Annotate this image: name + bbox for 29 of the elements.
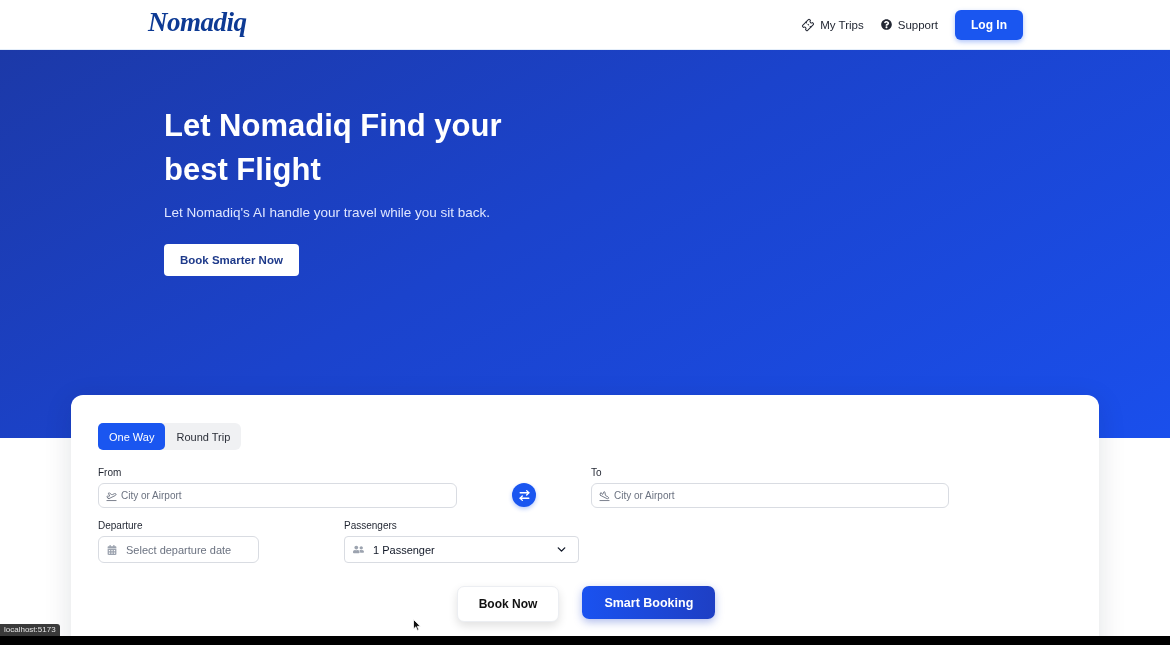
field-label: Departure: [98, 520, 144, 532]
swap-arrows-icon: [517, 488, 531, 502]
trip-type-tab[interactable]: Round Trip: [165, 423, 242, 450]
from-input[interactable]: City or Airport: [98, 483, 457, 508]
plane-takeoff-icon: [106, 490, 117, 501]
nav-link[interactable]: Support: [880, 18, 938, 31]
book-now-button[interactable]: Book Now: [456, 586, 560, 622]
logo[interactable]: Nomadiq: [148, 9, 247, 40]
status-tooltip: localhost:5173: [0, 624, 60, 636]
departure-date-input[interactable]: Select departure date: [98, 536, 259, 563]
smart-booking-button[interactable]: Smart Booking: [582, 586, 716, 619]
plane-landing-icon: [599, 490, 610, 501]
field-label: To: [591, 467, 603, 479]
ticket-icon: [799, 16, 817, 33]
cursor-icon: [413, 619, 421, 631]
nav-link[interactable]: My Trips: [802, 18, 864, 31]
book-smarter-button[interactable]: Book Smarter Now: [164, 244, 299, 276]
help-icon: [880, 19, 892, 30]
swap-button[interactable]: [512, 483, 536, 507]
to-input[interactable]: City or Airport: [591, 483, 949, 508]
calendar-icon: [107, 544, 117, 555]
hero-subtitle: Let Nomadiq's AI handle your travel while you sit back.: [164, 204, 490, 222]
users-icon: [353, 544, 364, 555]
passengers-select[interactable]: 1 Passenger: [344, 536, 579, 563]
trip-type-tab[interactable]: One Way: [98, 423, 166, 450]
hero-title: Let Nomadiq Find your best Flight: [164, 107, 503, 189]
login-button[interactable]: Log In: [955, 9, 1023, 40]
field-label: Passengers: [344, 520, 398, 532]
field-label: From: [98, 467, 123, 479]
